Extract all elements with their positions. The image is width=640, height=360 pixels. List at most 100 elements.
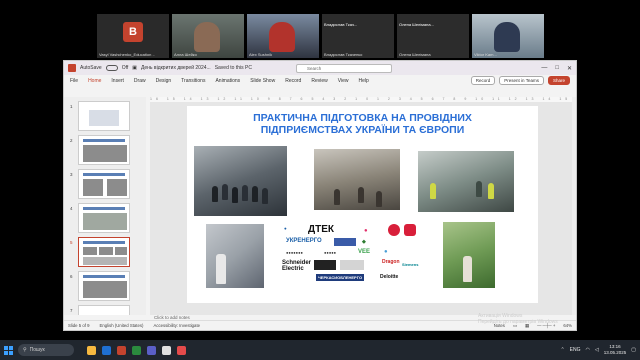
save-icon[interactable]: ▣ (132, 65, 137, 71)
ribbon-tabs: File Home Insert Draw Design Transitions… (64, 75, 576, 86)
clock-date: 13.05.2025 (603, 350, 627, 355)
clock[interactable]: 13:16 13.05.2025 (604, 344, 627, 356)
factory-photo[interactable] (314, 149, 400, 210)
wifi-icon[interactable]: ◠ (586, 347, 590, 353)
logo-dtek: ДТЕК (308, 224, 335, 235)
logo-deloitte: Deloitte (380, 274, 399, 280)
slide-thumbnail-pane: 1 2 3 4 5 6 7 (64, 97, 146, 315)
tab-transitions[interactable]: Transitions (181, 78, 205, 84)
title-bar: AutoSave Off ▣ День відкритих дверей 202… (64, 61, 576, 75)
saved-status[interactable]: Saved to this PC (215, 65, 252, 71)
app-icon[interactable] (177, 345, 186, 355)
slide-number: 6 (70, 274, 73, 279)
system-tray: ⌃ ENG ◠ ◁ 13:16 13.05.2025 ▢ (560, 344, 636, 356)
participant-name: Олена Шелімана... (399, 22, 434, 27)
slide-thumbnail[interactable]: 4 (70, 203, 130, 233)
slide-title-line-2: ПІДПРИЄМСТВАХ УКРАЇНИ ТА ЄВРОПИ (260, 124, 465, 136)
teams-icon[interactable] (147, 345, 156, 355)
tab-design[interactable]: Design (156, 78, 172, 84)
powerpoint-window: AutoSave Off ▣ День відкритих дверей 202… (63, 60, 577, 331)
tab-view[interactable]: View (338, 78, 349, 84)
tab-animations[interactable]: Animations (215, 78, 240, 84)
watermark-line-2: Перейдіть до параметрів Windows (478, 319, 558, 325)
close-icon[interactable]: ✕ (567, 65, 572, 72)
participant-tile[interactable]: Alex Sushnik (247, 14, 319, 58)
participant-avatar: B (123, 22, 143, 42)
slide-title-line-1: ПРАКТИЧНА ПІДГОТОВКА НА ПРОВІДНИХ (253, 112, 472, 124)
edge-icon[interactable] (102, 345, 111, 355)
slide-thumbnail-active[interactable]: 5 (70, 237, 130, 267)
plant-visit-photo[interactable] (418, 151, 514, 212)
logo-circle-icon: ● (364, 228, 368, 234)
volume-icon[interactable]: ◁ (595, 347, 599, 353)
tab-home[interactable]: Home (88, 78, 101, 84)
powerpoint-logo-icon (68, 64, 76, 72)
participant-video (269, 22, 295, 52)
file-explorer-icon[interactable] (87, 345, 96, 355)
greenhouse-photo[interactable] (443, 222, 495, 288)
language-indicator[interactable]: ENG (570, 347, 581, 353)
slide-thumbnail[interactable]: 2 (70, 135, 130, 165)
search-icon: ⚲ (23, 347, 27, 353)
participant-subname: Олена Шелімана (399, 52, 431, 57)
slide-thumbnail[interactable]: 7 (70, 305, 130, 315)
record-button[interactable]: Record (470, 76, 496, 85)
search-input[interactable]: Search (295, 63, 392, 73)
excel-icon[interactable] (132, 345, 141, 355)
taskbar-apps (87, 345, 186, 355)
tab-record[interactable]: Record (285, 78, 301, 84)
electrical-panel-photo[interactable] (206, 224, 264, 288)
video-call-strip: B Vasyl Vashchenko_Education .. Алла Шей… (97, 14, 544, 58)
participant-tile[interactable]: Владислав Ткач... Владислав Ткаченко (322, 14, 394, 58)
slide[interactable]: ПРАКТИЧНА ПІДГОТОВКА НА ПРОВІДНИХ ПІДПРИ… (187, 106, 538, 303)
notification-icon[interactable]: ▢ (631, 347, 636, 353)
participant-video (494, 22, 520, 52)
powerpoint-icon[interactable] (117, 345, 126, 355)
slide-thumbnail[interactable]: 6 (70, 271, 130, 301)
participant-video (194, 22, 220, 52)
slide-number: 2 (70, 138, 73, 143)
chrome-icon[interactable] (162, 345, 171, 355)
taskbar: ⚲ Пошук ⌃ ENG ◠ ◁ 13:16 13.05.2025 ▢ (0, 340, 640, 360)
slide-canvas-area: 16 15 14 13 12 11 10 9 8 7 6 5 4 3 2 1 0… (150, 97, 574, 315)
tab-slide-show[interactable]: Slide Show (250, 78, 275, 84)
tab-help[interactable]: Help (358, 78, 368, 84)
vertical-scrollbar[interactable] (572, 97, 576, 315)
minimize-icon[interactable]: — (541, 65, 547, 72)
participant-name: Владислав Ткач... (324, 22, 358, 27)
slide-number: 5 (70, 240, 73, 245)
slide-thumbnail[interactable]: 1 (70, 101, 130, 131)
participant-tile[interactable]: Олена Шелімана... Олена Шелімана (397, 14, 469, 58)
screen: B Vasyl Vashchenko_Education .. Алла Шей… (0, 0, 640, 360)
logo-siemens: Siemens (402, 262, 419, 267)
participant-tile[interactable]: Алла Шейко (172, 14, 244, 58)
share-button[interactable]: Share (547, 76, 570, 85)
autosave-label: AutoSave (80, 65, 102, 71)
logo-vee: VEE (358, 249, 371, 255)
workshop-photo[interactable] (194, 146, 287, 216)
autosave-toggle[interactable] (105, 65, 118, 71)
tab-file[interactable]: File (70, 78, 78, 84)
slide-title[interactable]: ПРАКТИЧНА ПІДГОТОВКА НА ПРОВІДНИХ ПІДПРИ… (187, 112, 538, 136)
taskbar-search[interactable]: ⚲ Пошук (18, 344, 74, 356)
chevron-up-icon[interactable]: ⌃ (560, 347, 564, 353)
participant-name: Viktor Kam... (474, 52, 497, 57)
tab-review[interactable]: Review (311, 78, 327, 84)
partner-logos[interactable]: ● ДТЕК ● УКРЕНЕРГО ◆ ●●●●●●● ●●●●● VEE ●… (282, 224, 419, 288)
logo-cherkasyoblenergo: ЧЕРКАСИОБЛЕНЕРГО (316, 274, 365, 281)
participant-subname: Владислав Ткаченко (324, 52, 363, 57)
accessibility-check[interactable]: Accessibility: Investigate (153, 323, 200, 328)
zoom-level[interactable]: 64% (563, 323, 572, 329)
start-icon[interactable] (4, 345, 13, 355)
tab-draw[interactable]: Draw (134, 78, 146, 84)
participant-name: Алла Шейко (174, 52, 197, 57)
participant-tile[interactable]: B Vasyl Vashchenko_Education .. (97, 14, 169, 58)
maximize-icon[interactable]: □ (555, 65, 559, 72)
tab-insert[interactable]: Insert (111, 78, 124, 84)
participant-tile[interactable]: Viktor Kam... (472, 14, 544, 58)
present-in-teams-button[interactable]: Present in Teams (499, 76, 544, 85)
slide-thumbnail[interactable]: 3 (70, 169, 130, 199)
logo-ukrenergo: УКРЕНЕРГО (286, 238, 322, 244)
activation-watermark: Активація Windows Перейдіть до параметрі… (478, 313, 558, 325)
language-indicator[interactable]: English (United States) (100, 323, 144, 328)
